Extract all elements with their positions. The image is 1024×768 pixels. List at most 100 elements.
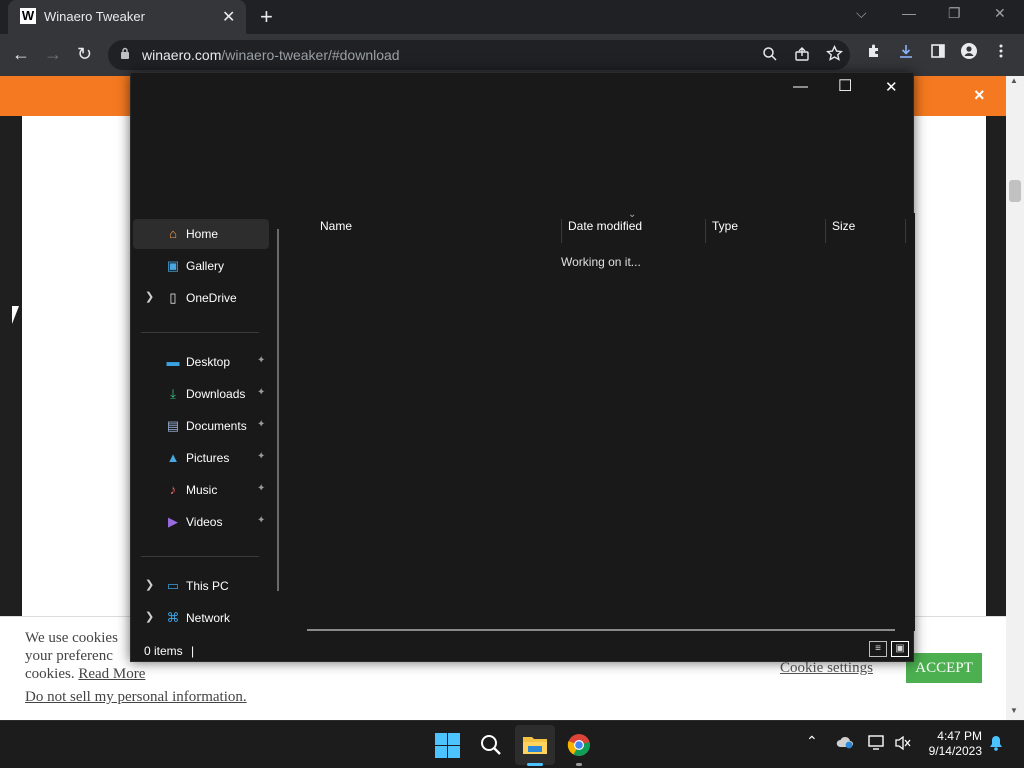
page-margin-left bbox=[0, 116, 22, 616]
chrome-menu-icon[interactable] bbox=[998, 43, 1004, 64]
restore-browser-button[interactable]: ❐ bbox=[948, 5, 961, 22]
horizontal-scrollbar[interactable] bbox=[307, 629, 895, 631]
pin-icon[interactable]: ✦ bbox=[257, 419, 265, 430]
accept-cookies-button[interactable]: ACCEPT bbox=[906, 653, 982, 683]
scroll-down-arrow-icon[interactable]: ▼ bbox=[1010, 706, 1018, 715]
nav-item-network[interactable]: ❯ ⌘ Network bbox=[133, 603, 269, 633]
column-header-name[interactable]: Name bbox=[314, 219, 562, 243]
clock-time: 4:47 PM bbox=[937, 729, 982, 743]
chrome-running-indicator bbox=[576, 763, 582, 766]
nav-label-gallery: Gallery bbox=[186, 259, 225, 273]
tray-overflow-chevron-icon[interactable]: ⌃ bbox=[806, 733, 818, 750]
windows-taskbar: ⌃ 4:47 PM 9/14/2023 bbox=[0, 720, 1024, 768]
expand-chevron-icon[interactable]: ❯ bbox=[145, 290, 154, 303]
reload-button[interactable]: ↻ bbox=[77, 44, 92, 65]
downloads-icon[interactable] bbox=[898, 43, 914, 64]
back-button[interactable]: ← bbox=[12, 44, 30, 65]
notification-bell-icon[interactable] bbox=[989, 735, 1003, 754]
nav-item-videos[interactable]: ▶ Videos ✦ bbox=[133, 507, 269, 537]
network-icon: ⌘ bbox=[166, 610, 180, 625]
expand-chevron-icon[interactable]: ❯ bbox=[145, 578, 154, 591]
pin-icon[interactable]: ✦ bbox=[257, 451, 265, 462]
do-not-sell-period: . bbox=[242, 689, 247, 705]
profile-avatar-icon[interactable] bbox=[961, 43, 977, 64]
extensions-puzzle-icon[interactable] bbox=[866, 43, 882, 64]
tab-close-icon[interactable]: ✕ bbox=[222, 7, 235, 27]
winaero-favicon-icon: W bbox=[20, 8, 36, 24]
large-icons-view-icon[interactable]: ▣ bbox=[891, 641, 909, 657]
column-header-date-modified[interactable]: Date modified bbox=[562, 219, 706, 243]
lock-icon bbox=[120, 47, 130, 62]
nav-item-onedrive[interactable]: ❯ ▯ OneDrive bbox=[133, 283, 269, 313]
pin-icon[interactable]: ✦ bbox=[257, 515, 265, 526]
expand-chevron-icon[interactable]: ❯ bbox=[145, 610, 154, 623]
file-explorer-taskbar-icon[interactable] bbox=[521, 731, 549, 759]
network-tray-icon[interactable] bbox=[868, 735, 886, 754]
close-browser-button[interactable]: ✕ bbox=[994, 5, 1006, 22]
scroll-up-arrow-icon[interactable]: ▲ bbox=[1010, 76, 1018, 85]
nav-label-music: Music bbox=[186, 483, 218, 497]
taskbar-search-icon[interactable] bbox=[477, 731, 505, 759]
nav-label-this-pc: This PC bbox=[186, 579, 229, 593]
nav-item-gallery[interactable]: ▣ Gallery bbox=[133, 251, 269, 281]
forward-button[interactable]: → bbox=[44, 44, 62, 65]
do-not-sell-text: Do not sell my personal information bbox=[25, 689, 243, 705]
browser-tab[interactable]: W Winaero Tweaker ✕ bbox=[8, 0, 246, 34]
do-not-sell-link[interactable]: Do not sell my personal information. bbox=[25, 689, 247, 706]
explorer-minimize-button[interactable]: — bbox=[793, 78, 808, 95]
nav-item-this-pc[interactable]: ❯ ▭ This PC bbox=[133, 571, 269, 601]
bookmark-star-icon[interactable] bbox=[825, 44, 844, 67]
url-text[interactable]: winaero.com/winaero-tweaker/#download bbox=[142, 47, 400, 63]
page-margin-right bbox=[986, 116, 1006, 616]
zoom-search-icon[interactable] bbox=[762, 46, 778, 67]
onedrive-tray-icon[interactable] bbox=[836, 735, 854, 752]
taskbar-clock[interactable]: 4:47 PM 9/14/2023 bbox=[920, 729, 982, 759]
nav-label-downloads: Downloads bbox=[186, 387, 246, 401]
explorer-close-button[interactable]: ✕ bbox=[885, 78, 898, 96]
nav-item-desktop[interactable]: ▬ Desktop ✦ bbox=[133, 347, 269, 377]
nav-pane-scrollbar[interactable] bbox=[277, 229, 279, 591]
nav-divider bbox=[141, 556, 259, 557]
nav-label-pictures: Pictures bbox=[186, 451, 230, 465]
side-panel-icon[interactable] bbox=[930, 43, 946, 64]
explorer-maximize-button[interactable]: ☐ bbox=[838, 76, 852, 96]
loading-status-text: Working on it... bbox=[561, 255, 641, 269]
page-scrollbar[interactable]: ▲ ▼ bbox=[1006, 76, 1024, 720]
pin-icon[interactable]: ✦ bbox=[257, 483, 265, 494]
url-host: winaero.com bbox=[142, 47, 222, 63]
tab-title: Winaero Tweaker bbox=[44, 9, 145, 24]
browser-tab-bar: W Winaero Tweaker ✕ + ⌵ — ❐ ✕ bbox=[0, 0, 1024, 34]
read-more-link[interactable]: Read More bbox=[78, 666, 145, 682]
nav-divider bbox=[141, 332, 259, 333]
nav-label-network: Network bbox=[186, 611, 231, 625]
pin-icon[interactable]: ✦ bbox=[257, 387, 265, 398]
nav-item-home[interactable]: ⌂ Home bbox=[133, 219, 269, 249]
tab-search-icon[interactable]: ⌵ bbox=[856, 5, 867, 22]
share-icon[interactable] bbox=[794, 46, 810, 67]
nav-item-downloads[interactable]: ⤓ Downloads ✦ bbox=[133, 379, 269, 409]
clock-date: 9/14/2023 bbox=[928, 744, 982, 758]
address-bar[interactable]: winaero.com/winaero-tweaker/#download bbox=[108, 40, 850, 70]
minimize-browser-button[interactable]: — bbox=[902, 5, 916, 21]
nav-item-music[interactable]: ♪ Music ✦ bbox=[133, 475, 269, 505]
url-path: /winaero-tweaker/#download bbox=[221, 47, 400, 63]
pin-icon[interactable]: ✦ bbox=[257, 355, 265, 366]
banner-close-icon[interactable]: × bbox=[974, 85, 985, 106]
details-view-icon[interactable]: ≡ bbox=[869, 641, 887, 657]
downloads-folder-icon: ⤓ bbox=[170, 386, 176, 401]
nav-label-documents: Documents bbox=[186, 419, 247, 433]
navigation-pane: ⌂ Home ▣ Gallery ❯ ▯ OneDrive ▬ Desktop … bbox=[131, 219, 287, 631]
chrome-taskbar-icon[interactable] bbox=[565, 731, 593, 759]
scrollbar-thumb[interactable] bbox=[1009, 180, 1021, 202]
file-explorer-window: — ☐ ✕ ⌂ Home ▣ Gallery ❯ ▯ OneDrive ▬ De… bbox=[130, 72, 915, 662]
explorer-running-indicator bbox=[527, 763, 543, 766]
nav-item-documents[interactable]: ▤ Documents ✦ bbox=[133, 411, 269, 441]
nav-label-videos: Videos bbox=[186, 515, 223, 529]
windows-start-icon[interactable] bbox=[433, 731, 461, 759]
column-header-type[interactable]: Type bbox=[706, 219, 826, 243]
column-header-size[interactable]: Size bbox=[826, 219, 906, 243]
new-tab-button[interactable]: + bbox=[260, 4, 273, 30]
this-pc-icon: ▭ bbox=[166, 578, 180, 593]
nav-item-pictures[interactable]: ▲ Pictures ✦ bbox=[133, 443, 269, 473]
volume-muted-tray-icon[interactable] bbox=[894, 735, 912, 754]
